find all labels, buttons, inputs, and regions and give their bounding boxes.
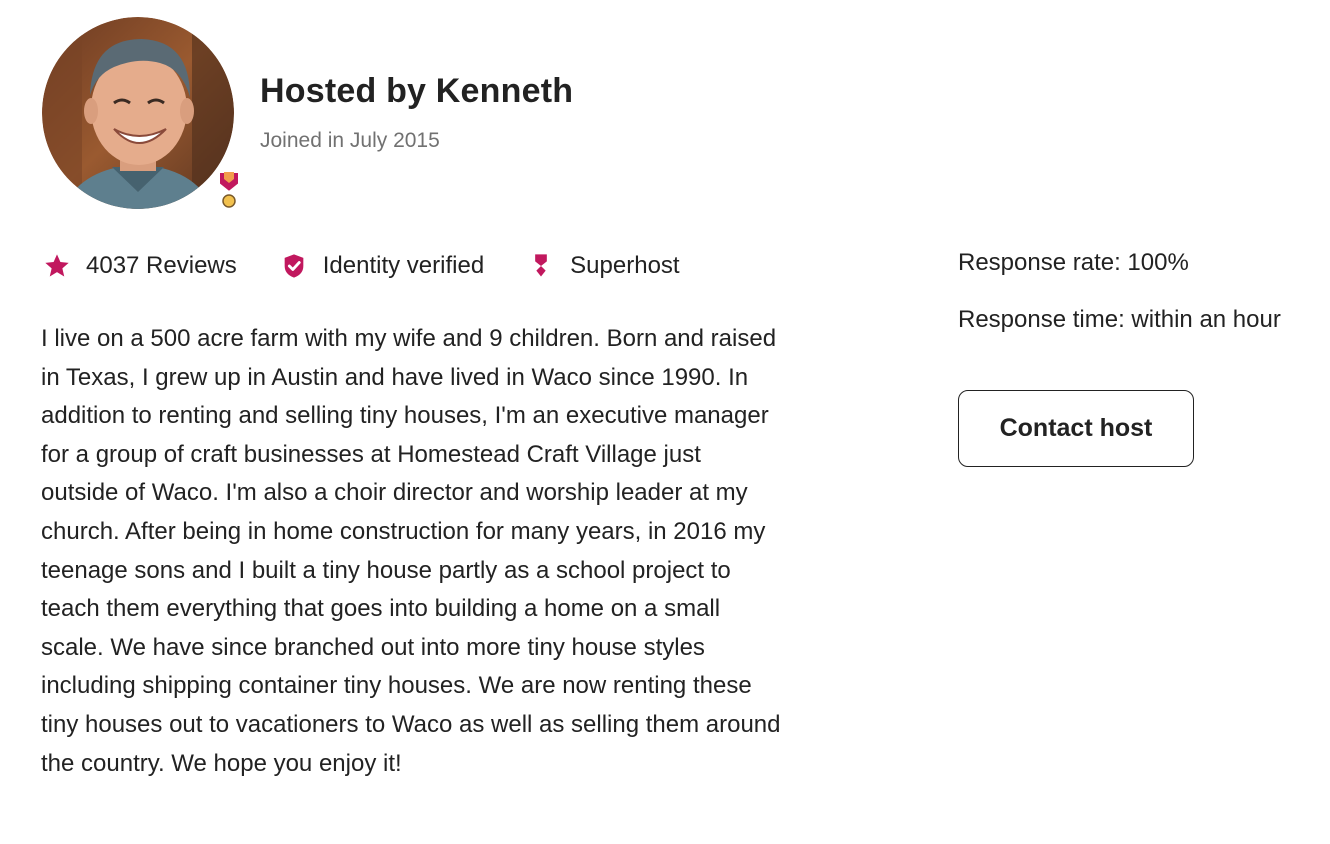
host-stats: 4037 Reviews Identity verified Superhost (42, 248, 722, 284)
avatar[interactable] (42, 17, 234, 209)
shield-check-icon (279, 251, 309, 281)
contact-host-button[interactable]: Contact host (958, 390, 1194, 467)
host-bio: I live on a 500 acre farm with my wife a… (41, 325, 781, 777)
superhost-label: Superhost (570, 252, 680, 279)
joined-date: Joined in July 2015 (260, 129, 440, 152)
identity-stat: Identity verified (279, 251, 484, 281)
superhost-badge-icon (218, 171, 240, 208)
host-avatar-container (42, 17, 240, 211)
star-icon (42, 251, 72, 281)
superhost-medal-icon (526, 251, 556, 281)
reviews-count: 4037 Reviews (86, 252, 237, 279)
superhost-stat: Superhost (526, 251, 680, 281)
response-rate: Response rate: 100% (958, 249, 1189, 276)
reviews-stat[interactable]: 4037 Reviews (42, 251, 237, 281)
response-time: Response time: within an hour (958, 306, 1281, 333)
identity-verified-label: Identity verified (322, 252, 485, 279)
page-title: Hosted by Kenneth (260, 72, 574, 110)
